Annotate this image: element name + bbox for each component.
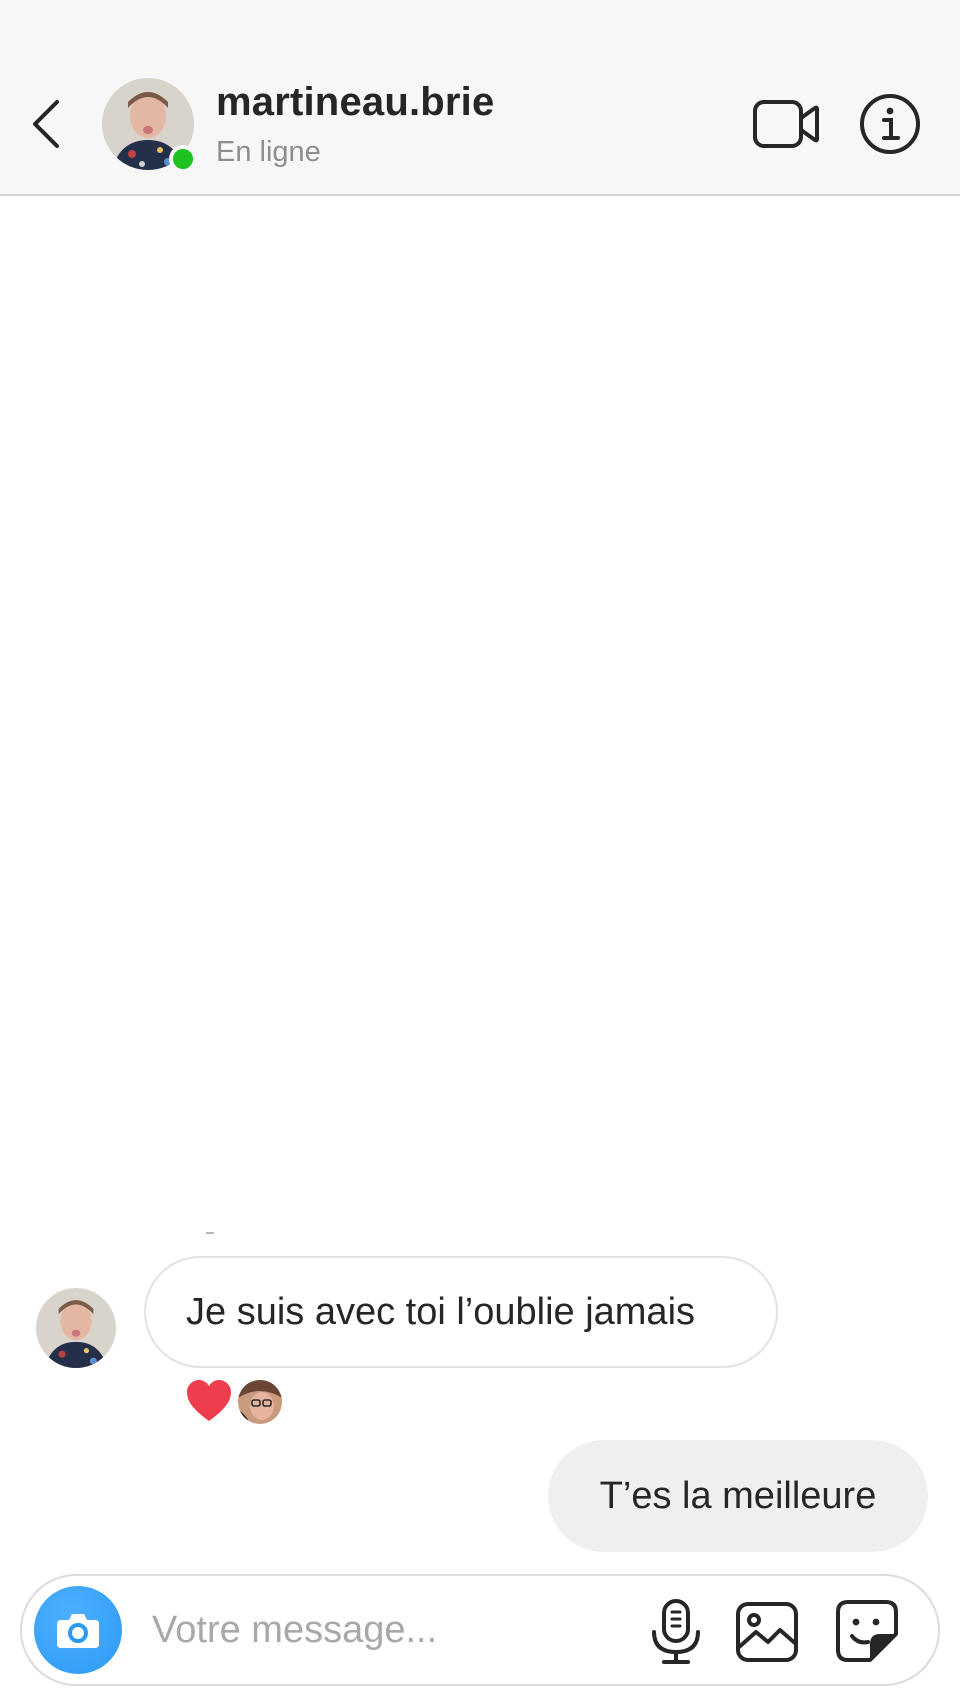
reactor-avatar [238, 1380, 282, 1424]
gallery-icon [736, 1602, 798, 1662]
info-icon [860, 94, 920, 154]
gallery-button[interactable] [734, 1600, 800, 1664]
sticker-icon [836, 1600, 898, 1662]
heart-reaction-icon[interactable] [184, 1376, 234, 1426]
online-status: En ligne [216, 136, 321, 168]
profile-avatar[interactable] [102, 78, 197, 173]
microphone-button[interactable] [644, 1598, 708, 1666]
back-button[interactable] [20, 92, 72, 156]
incoming-message[interactable]: Je suis avec toi l’oublie jamais [144, 1256, 778, 1368]
camera-icon [57, 1614, 99, 1648]
chat-header: martineau.brie En ligne [0, 0, 960, 196]
video-call-button[interactable] [752, 96, 820, 152]
info-button[interactable] [858, 92, 922, 156]
microphone-icon [652, 1599, 700, 1664]
divider [206, 1232, 214, 1234]
online-indicator [169, 145, 197, 173]
sticker-button[interactable] [834, 1598, 900, 1664]
message-input[interactable] [152, 1600, 632, 1660]
chat-username[interactable]: martineau.brie [216, 80, 494, 125]
outgoing-message[interactable]: T’es la meilleure [548, 1440, 928, 1552]
message-composer [20, 1574, 940, 1686]
camera-button[interactable] [34, 1586, 122, 1674]
chevron-left-icon [33, 100, 59, 148]
video-camera-icon [753, 100, 819, 148]
message-sender-avatar[interactable] [36, 1288, 116, 1368]
